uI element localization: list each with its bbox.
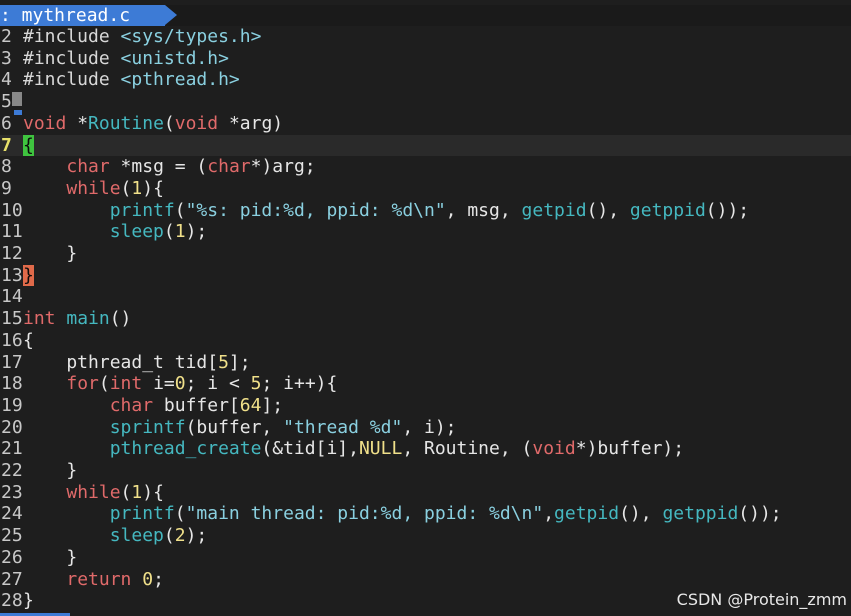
line-number: 26 <box>1 546 23 568</box>
code-text: int main() <box>23 308 132 330</box>
code-line[interactable]: 26 } <box>0 547 851 569</box>
code-line[interactable]: 21 pthread_create(&tid[i],NULL, Routine,… <box>0 438 851 460</box>
code-text: printf("%s: pid:%d, ppid: %d\n", msg, ge… <box>109 199 750 221</box>
code-line[interactable]: 7{ <box>0 134 851 157</box>
code-text: #include <unistd.h> <box>23 47 229 69</box>
line-number: 21 <box>1 438 23 460</box>
code-line[interactable]: 20 sprintf(buffer, "thread %d", i); <box>0 417 851 439</box>
line-number: 18 <box>1 373 23 395</box>
code-text: } <box>23 243 78 264</box>
code-text: while(1){ <box>66 481 164 503</box>
line-number: 25 <box>1 525 23 547</box>
code-text: { <box>23 329 34 351</box>
code-text: } <box>23 546 78 568</box>
line-number: 17 <box>1 351 23 373</box>
code-line[interactable]: 3 #include <unistd.h> <box>0 48 851 70</box>
code-line[interactable]: 9 while(1){ <box>0 178 851 200</box>
code-line[interactable]: 27 return 0; <box>0 569 851 591</box>
code-text: pthread_create(&tid[i],NULL, Routine, (v… <box>109 438 685 460</box>
code-line[interactable]: 19 char buffer[64]; <box>0 395 851 417</box>
code-text: } <box>23 460 78 481</box>
tab-line: : mythread.c <box>0 5 851 26</box>
line-number: 27 <box>1 568 23 590</box>
line-number: 14 <box>1 286 23 308</box>
line-number: 28 <box>1 590 23 612</box>
line-number: 12 <box>1 243 23 264</box>
code-line[interactable]: 13} <box>0 264 851 287</box>
code-text: while(1){ <box>66 177 164 199</box>
code-line[interactable]: 2 #include <sys/types.h> <box>0 26 851 48</box>
watermark: CSDN @Protein_zmm <box>676 590 847 609</box>
code-line[interactable]: 14 <box>0 286 851 308</box>
line-number: 23 <box>1 481 23 503</box>
file-tab[interactable]: : mythread.c <box>0 5 165 26</box>
code-text: for(int i=0; i < 5; i++){ <box>66 373 338 395</box>
tab-arrow-icon <box>165 5 177 25</box>
text-cursor <box>12 92 22 106</box>
code-text: { <box>23 134 34 156</box>
code-line[interactable]: 10 printf("%s: pid:%d, ppid: %d\n", msg,… <box>0 200 851 222</box>
code-text: char *msg = (char*)arg; <box>66 156 316 178</box>
code-line[interactable]: 8 char *msg = (char*)arg; <box>0 156 851 178</box>
line-number: 4 <box>1 69 12 91</box>
line-number: 15 <box>1 308 23 330</box>
code-line[interactable]: 4 #include <pthread.h> <box>0 69 851 91</box>
code-line[interactable]: 22 } <box>0 460 851 482</box>
code-text: } <box>23 590 34 612</box>
code-text: sleep(1); <box>109 221 208 243</box>
line-number: 9 <box>1 177 12 199</box>
line-number: 2 <box>1 26 12 47</box>
code-text: } <box>23 264 34 286</box>
code-text: pthread_t tid[5]; <box>23 351 251 373</box>
cursor-marker-icon <box>14 110 22 115</box>
code-line[interactable]: 15int main() <box>0 308 851 330</box>
code-text: sprintf(buffer, "thread %d", i); <box>109 416 457 438</box>
file-tab-label: : mythread.c <box>0 5 131 26</box>
code-line[interactable]: 24 printf("main thread: pid:%d, ppid: %d… <box>0 503 851 525</box>
line-number: 22 <box>1 460 23 481</box>
line-number: 11 <box>1 221 23 243</box>
code-text: char buffer[64]; <box>109 394 284 416</box>
code-line[interactable]: 23 while(1){ <box>0 482 851 504</box>
line-number: 7 <box>1 134 12 156</box>
line-number: 24 <box>1 503 23 525</box>
code-line[interactable]: 5 <box>0 91 851 113</box>
code-editor[interactable]: 2 #include <sys/types.h> 3 #include <unistd… <box>0 26 851 616</box>
code-line[interactable]: 12 } <box>0 243 851 265</box>
line-number: 8 <box>1 156 12 178</box>
line-number: 10 <box>1 199 23 221</box>
line-number: 19 <box>1 394 23 416</box>
code-line[interactable]: 6 void *Routine(void *arg) <box>0 113 851 135</box>
line-number: 6 <box>1 112 12 134</box>
code-text: printf("main thread: pid:%d, ppid: %d\n"… <box>109 503 782 525</box>
line-number: 20 <box>1 416 23 438</box>
code-line[interactable]: 17 pthread_t tid[5]; <box>0 352 851 374</box>
code-text: #include <pthread.h> <box>23 69 240 91</box>
line-number: 16 <box>1 329 23 351</box>
code-text: #include <sys/types.h> <box>23 26 262 47</box>
code-line[interactable]: 18 for(int i=0; i < 5; i++){ <box>0 373 851 395</box>
code-line[interactable]: 16{ <box>0 330 851 352</box>
code-text: sleep(2); <box>109 525 208 547</box>
code-text: void *Routine(void *arg) <box>23 112 284 134</box>
code-line[interactable]: 25 sleep(2); <box>0 525 851 547</box>
line-number: 3 <box>1 47 12 69</box>
line-number: 13 <box>1 264 23 286</box>
code-line[interactable]: 11 sleep(1); <box>0 221 851 243</box>
code-text: return 0; <box>66 568 164 590</box>
